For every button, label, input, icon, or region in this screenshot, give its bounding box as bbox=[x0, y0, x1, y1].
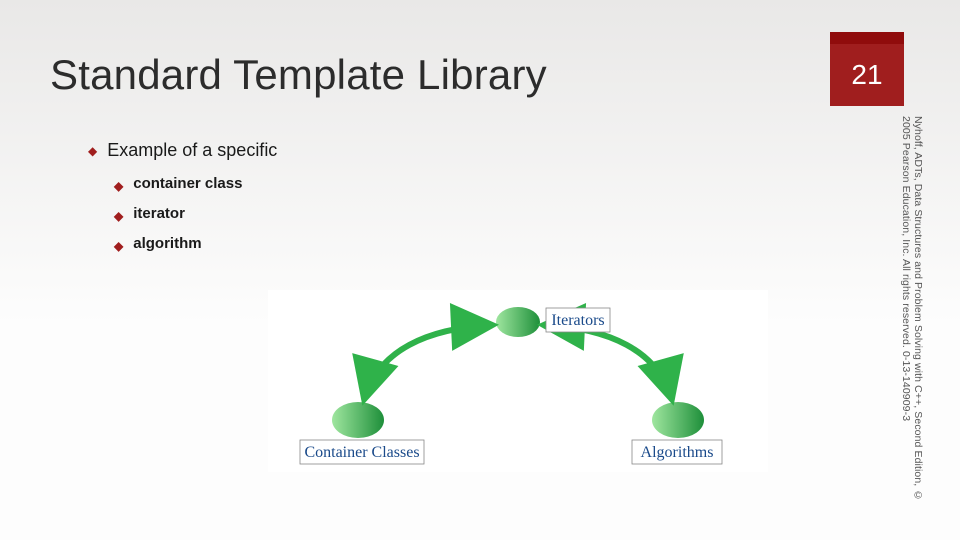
arrow-right-icon bbox=[543, 325, 672, 400]
container-node-icon bbox=[332, 402, 384, 438]
sub-bullet-text: container class bbox=[133, 175, 242, 192]
copyright-text: Nyhoff, ADTs, Data Structures and Proble… bbox=[900, 116, 924, 516]
diagram-figure: Iterators Container Classes Algorithms bbox=[268, 290, 768, 472]
sub-bullet-text: algorithm bbox=[133, 235, 201, 252]
sub-bullet-list: ◆ container class ◆ iterator ◆ algorithm bbox=[114, 175, 388, 253]
title-row: Standard Template Library 21 bbox=[50, 44, 904, 106]
sub-bullet: ◆ iterator bbox=[114, 205, 388, 223]
figure-top-label: Iterators bbox=[551, 312, 604, 329]
diamond-icon: ◆ bbox=[88, 144, 97, 158]
diamond-icon: ◆ bbox=[114, 209, 123, 223]
slide: Standard Template Library 21 ◆ Example o… bbox=[0, 0, 960, 540]
body-content: ◆ Example of a specific ◆ container clas… bbox=[88, 140, 388, 265]
algorithm-node-icon bbox=[652, 402, 704, 438]
figure-left-label: Container Classes bbox=[304, 444, 419, 461]
arrow-left-icon bbox=[364, 325, 493, 400]
sub-bullet-text: iterator bbox=[133, 205, 185, 222]
slide-title: Standard Template Library bbox=[50, 51, 547, 99]
sub-bullet: ◆ container class bbox=[114, 175, 388, 193]
sub-bullet: ◆ algorithm bbox=[114, 235, 388, 253]
bullet-main-text: Example of a specific bbox=[107, 140, 277, 161]
figure-right-label: Algorithms bbox=[641, 444, 714, 461]
diamond-icon: ◆ bbox=[114, 179, 123, 193]
diagram-svg: Iterators Container Classes Algorithms bbox=[268, 290, 768, 472]
diamond-icon: ◆ bbox=[114, 239, 123, 253]
bullet-main: ◆ Example of a specific bbox=[88, 140, 388, 161]
iterator-node-icon bbox=[496, 307, 540, 337]
copyright-block: Nyhoff, ADTs, Data Structures and Proble… bbox=[900, 116, 938, 516]
page-number-badge: 21 bbox=[830, 44, 904, 106]
